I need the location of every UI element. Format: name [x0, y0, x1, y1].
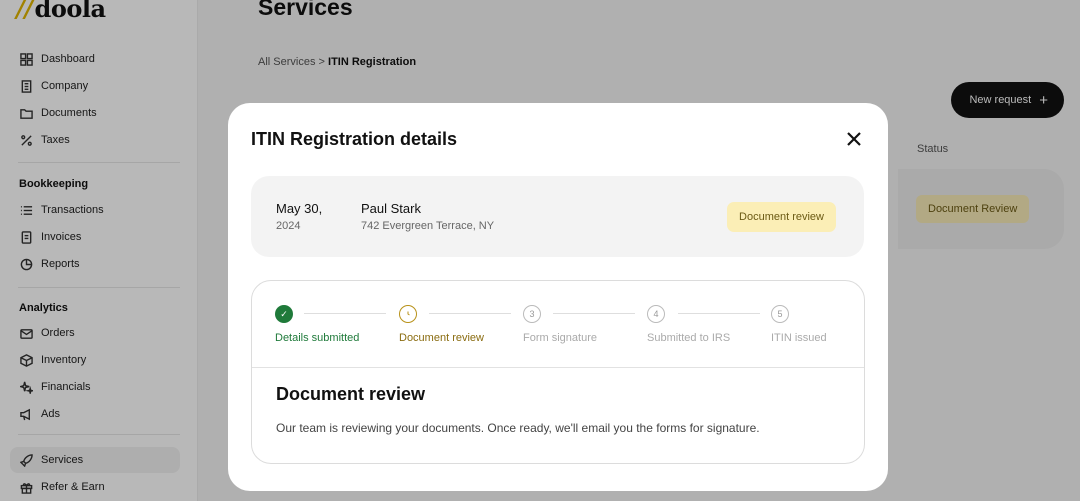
- current-step-title: Document review: [276, 384, 426, 404]
- step-label: Document review: [399, 332, 484, 344]
- step-details-submitted: ✓ Details submitted: [275, 305, 359, 344]
- step-label: Form signature: [523, 332, 597, 344]
- status-badge: Document review: [727, 202, 836, 232]
- applicant-name: Paul Stark: [361, 201, 421, 216]
- step-connector: [678, 313, 760, 314]
- request-year: 2024: [276, 220, 301, 232]
- progress-card: ✓ Details submitted Document review 3 Fo…: [251, 280, 865, 464]
- card-divider: [252, 367, 864, 368]
- step-submitted-to-irs: 4 Submitted to IRS: [647, 305, 730, 344]
- current-step-description: Our team is reviewing your documents. On…: [276, 421, 760, 435]
- step-label: Submitted to IRS: [647, 332, 731, 344]
- step-connector: [553, 313, 635, 314]
- itin-details-modal: ITIN Registration details May 30, 2024 P…: [228, 103, 888, 491]
- modal-title: ITIN Registration details: [251, 129, 458, 149]
- step-connector: [429, 313, 511, 314]
- applicant-address: 742 Evergreen Terrace, NY: [361, 220, 495, 232]
- clock-icon: [399, 305, 417, 323]
- step-connector: [304, 313, 386, 314]
- close-icon: [847, 132, 861, 146]
- request-summary-card: May 30, 2024 Paul Stark 742 Evergreen Te…: [251, 176, 864, 257]
- step-label: Details submitted: [275, 332, 360, 344]
- close-button[interactable]: [842, 127, 866, 151]
- request-date: May 30,: [276, 201, 323, 216]
- step-number: 3: [523, 305, 541, 323]
- check-icon: ✓: [275, 305, 293, 323]
- step-document-review: Document review: [399, 305, 484, 344]
- step-number: 5: [771, 305, 789, 323]
- step-itin-issued: 5 ITIN issued: [771, 305, 827, 344]
- step-form-signature: 3 Form signature: [523, 305, 597, 344]
- step-label: ITIN issued: [771, 332, 827, 344]
- step-number: 4: [647, 305, 665, 323]
